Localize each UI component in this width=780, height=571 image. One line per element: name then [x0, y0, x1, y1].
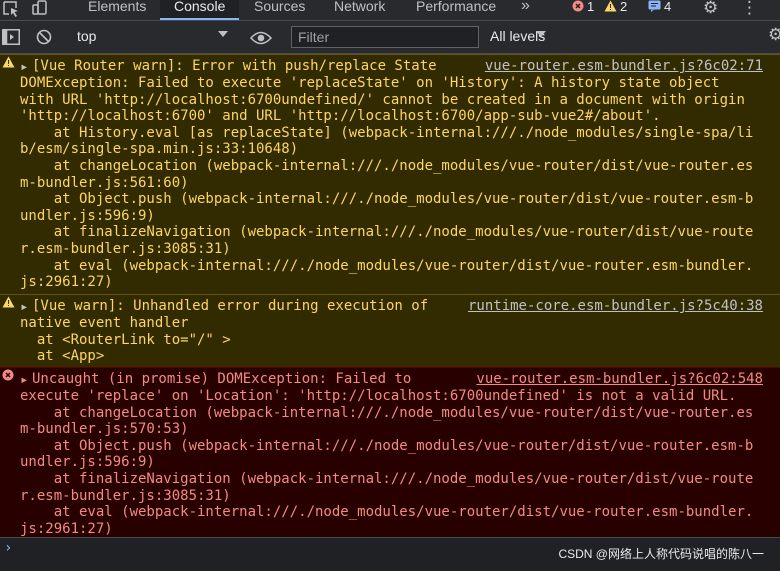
expand-triangle-icon[interactable]: ▸	[20, 299, 28, 316]
stack-frame[interactable]: m-bundler.js:561:60)	[20, 175, 189, 192]
watermark: CSDN @网络上人称代码说唱的陈八一	[558, 547, 764, 561]
message-text: execute 'replace' on 'Location': 'http:/…	[20, 388, 737, 404]
live-expression-eye-icon[interactable]	[249, 30, 273, 49]
tab-sources[interactable]: Sources	[254, 0, 305, 20]
stack-frame[interactable]: at changeLocation (webpack-internal:///.…	[20, 158, 754, 175]
console-toolbar: top Filter All levels ⚙	[0, 21, 780, 54]
message-text: with URL 'http://localhost:6700undefined…	[20, 92, 745, 108]
console-error-message: ▸ Uncaught (in promise) DOMException: Fa…	[0, 367, 780, 537]
message-icon	[648, 0, 661, 12]
tab-network[interactable]: Network	[334, 0, 385, 20]
message-text: Uncaught (in promise) DOMException: Fail…	[32, 371, 412, 387]
expand-triangle-icon[interactable]: ▸	[20, 59, 28, 76]
source-link[interactable]: runtime-core.esm-bundler.js?5c40:38	[468, 298, 763, 315]
stack-frame[interactable]: js:2961:27)	[20, 521, 113, 538]
warning-icon	[2, 56, 15, 74]
tab-elements[interactable]: Elements	[88, 0, 146, 20]
stack-frame[interactable]: at finalizeNavigation (webpack-internal:…	[20, 471, 754, 488]
tab-performance[interactable]: Performance	[416, 0, 496, 20]
more-options-icon[interactable]: ⋮	[741, 0, 758, 18]
stack-frame[interactable]: r.esm-bundler.js:3085:31)	[20, 241, 231, 258]
message-text: 'http://localhost:6700' and URL 'http://…	[20, 108, 661, 124]
error-count-badge[interactable]: 1	[572, 0, 594, 14]
prompt-caret-icon: ›	[4, 540, 13, 556]
error-count: 1	[587, 0, 595, 14]
source-link[interactable]: vue-router.esm-bundler.js?6c02:548	[476, 371, 763, 388]
message-text: DOMException: Failed to execute 'replace…	[20, 75, 720, 91]
stack-frame[interactable]: at History.eval [as replaceState] (webpa…	[20, 125, 754, 142]
console-warning-message: ▸ [Vue warn]: Unhandled error during exe…	[0, 294, 780, 367]
warning-count-badge[interactable]: 2	[604, 0, 627, 14]
stack-frame[interactable]: undler.js:596:9)	[20, 208, 155, 225]
error-icon	[572, 0, 584, 12]
more-tabs-icon[interactable]: »	[521, 0, 530, 20]
levels-dropdown-icon[interactable]	[536, 31, 546, 37]
message-text: [Vue warn]: Unhandled error during execu…	[32, 298, 429, 314]
error-icon	[2, 369, 14, 387]
component-trace: at <App>	[20, 348, 105, 364]
message-text: native event handler	[20, 315, 189, 331]
stack-frame[interactable]: at Object.push (webpack-internal:///./no…	[20, 191, 754, 208]
device-toolbar-icon[interactable]	[30, 0, 52, 20]
settings-gear-icon[interactable]: ⚙	[703, 0, 718, 18]
stack-frame[interactable]: js:2961:27)	[20, 274, 113, 291]
console-settings-gear-icon[interactable]: ⚙	[768, 25, 780, 45]
component-trace: at <RouterLink to="/" >	[20, 332, 231, 348]
sidebar-toggle-icon[interactable]	[2, 29, 20, 49]
expand-triangle-icon[interactable]: ▸	[20, 372, 28, 389]
stack-frame[interactable]: at eval (webpack-internal:///./node_modu…	[20, 258, 754, 275]
source-link[interactable]: vue-router.esm-bundler.js?6c02:71	[485, 58, 763, 75]
stack-frame[interactable]: m-bundler.js:570:53)	[20, 421, 189, 438]
stack-frame[interactable]: b/esm/single-spa.min.js:33:10648)	[20, 141, 298, 158]
devtools-tab-bar: Elements Console Sources Network Perform…	[0, 0, 780, 21]
warning-count: 2	[620, 0, 628, 14]
info-count-badge[interactable]: 4	[648, 0, 671, 14]
stack-frame[interactable]: at eval (webpack-internal:///./node_modu…	[20, 504, 754, 521]
warning-icon	[2, 296, 15, 314]
tab-console[interactable]: Console	[160, 0, 240, 20]
message-text: [Vue Router warn]: Error with push/repla…	[32, 58, 437, 74]
stack-frame[interactable]: at Object.push (webpack-internal:///./no…	[20, 438, 754, 455]
context-selector[interactable]: top	[77, 28, 96, 44]
stack-frame[interactable]: undler.js:596:9)	[20, 454, 155, 471]
stack-frame[interactable]: r.esm-bundler.js:3085:31)	[20, 488, 231, 505]
stack-frame[interactable]: at changeLocation (webpack-internal:///.…	[20, 405, 754, 422]
warning-icon	[604, 0, 617, 12]
context-dropdown-icon[interactable]	[218, 31, 228, 37]
inspect-element-icon[interactable]	[0, 0, 22, 20]
console-warning-message: ▸ [Vue Router warn]: Error with push/rep…	[0, 54, 780, 294]
clear-console-icon[interactable]	[36, 29, 52, 49]
stack-frame[interactable]: at finalizeNavigation (webpack-internal:…	[20, 224, 754, 241]
filter-input[interactable]: Filter	[291, 26, 479, 48]
info-count: 4	[664, 0, 672, 14]
